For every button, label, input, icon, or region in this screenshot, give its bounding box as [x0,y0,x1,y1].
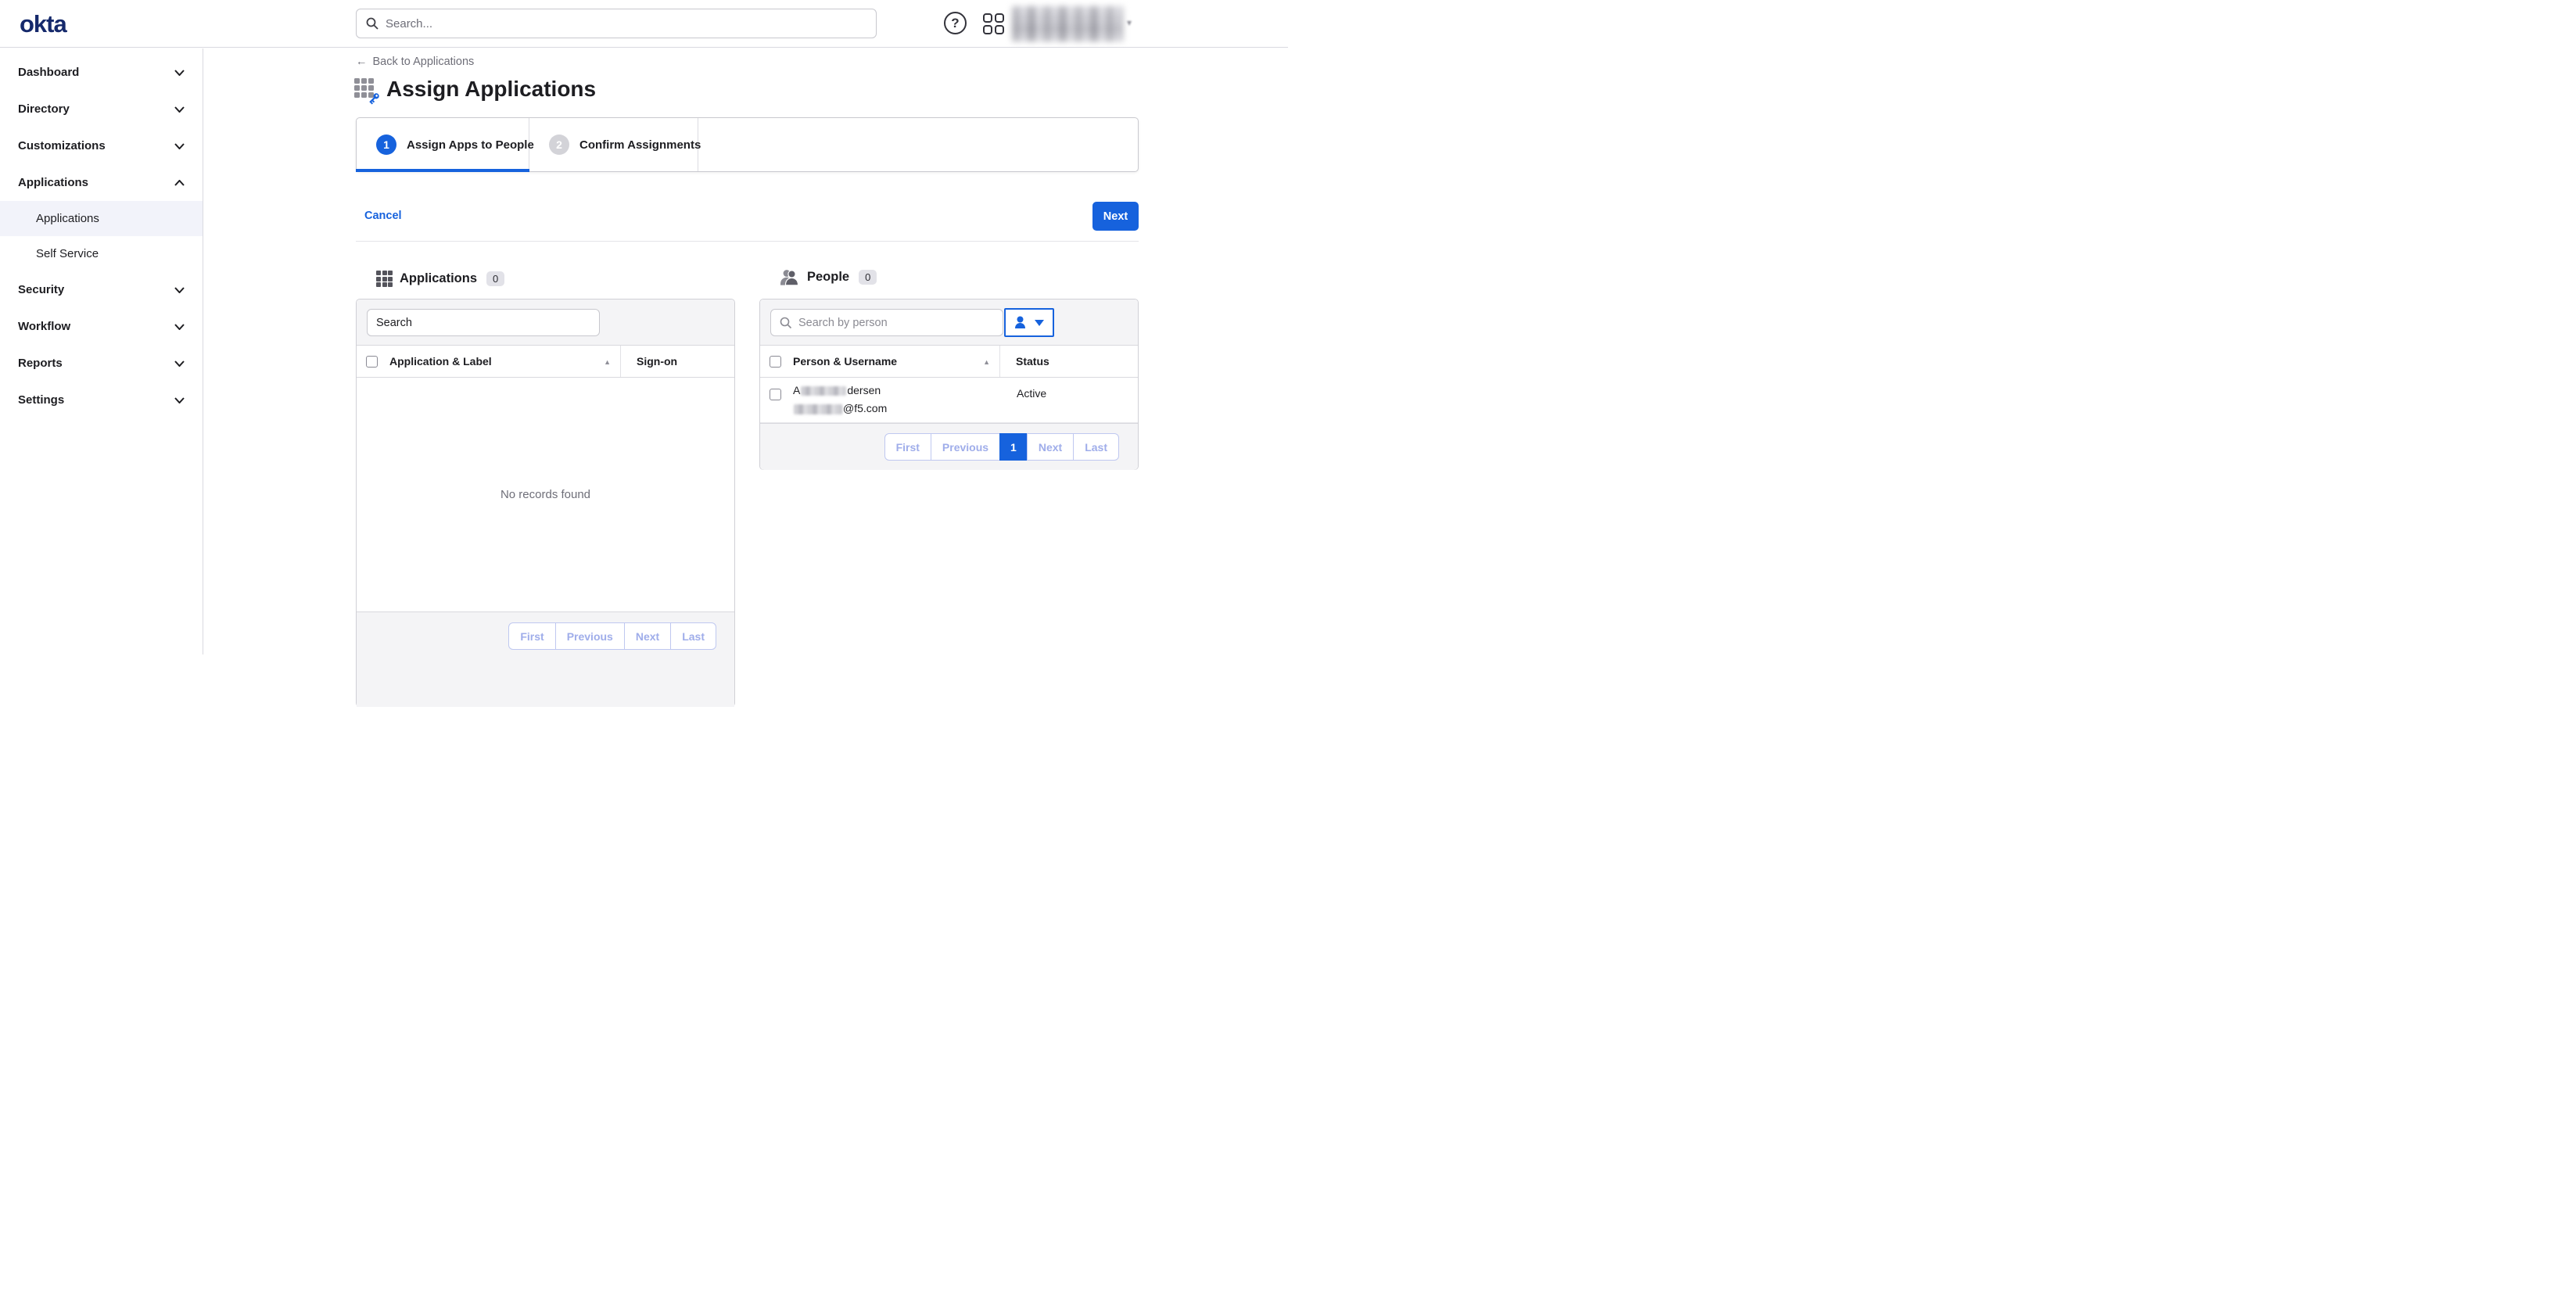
caret-down-icon [1035,320,1044,326]
next-button[interactable]: Next [1092,202,1139,231]
user-menu-redacted[interactable] [1012,6,1123,41]
people-page-previous[interactable]: Previous [931,433,1000,461]
applications-section-heading: Applications 0 [376,271,504,287]
people-page-last[interactable]: Last [1073,433,1119,461]
sidebar-item-settings[interactable]: Settings [0,382,203,418]
applications-panel-footer: First Previous Next Last [357,611,734,707]
sidebar-subitem-applications[interactable]: Applications [0,201,203,236]
back-to-applications-link[interactable]: ← Back to Applications [356,56,474,68]
global-search[interactable] [356,9,877,38]
people-search[interactable] [770,309,1003,336]
people-section-title: People [807,270,849,285]
applications-panel-header [357,299,734,346]
applications-search-input[interactable] [376,317,590,329]
assign-applications-icon [354,78,377,101]
people-filter-dropdown[interactable] [1004,308,1054,337]
applications-section-title: Applications [400,271,477,286]
cancel-link[interactable]: Cancel [364,202,402,231]
global-search-input[interactable] [386,17,866,30]
person-icon [1014,316,1026,329]
people-page-1[interactable]: 1 [999,433,1028,461]
people-section-heading: People 0 [779,268,877,286]
back-arrow-icon: ← [356,56,368,68]
chevron-down-icon [174,287,185,293]
step-1-number: 1 [376,134,396,155]
chevron-down-icon [174,324,185,330]
sort-asc-icon[interactable]: ▲ [604,358,611,366]
search-icon [366,17,379,30]
chevron-down-icon [174,143,185,149]
chevron-down-icon [174,397,185,403]
step-confirm-assignments[interactable]: 2 Confirm Assignments [529,118,698,171]
people-panel-header [760,299,1138,346]
search-icon [780,317,792,329]
chevron-down-icon [174,360,185,367]
sort-asc-icon[interactable]: ▲ [983,358,990,366]
applications-page-last[interactable]: Last [670,622,716,650]
applications-grid-icon [376,271,393,287]
people-panel-footer: First Previous 1 Next Last [760,423,1138,470]
applications-search[interactable] [367,309,600,336]
applications-table-header: Application & Label ▲ Sign-on [357,346,734,378]
people-table-header: Person & Username ▲ Status [760,346,1138,378]
page-title: Assign Applications [386,77,596,102]
okta-logo[interactable]: okta [20,10,66,38]
key-icon [367,91,381,106]
applications-pagination: First Previous Next Last [508,622,716,650]
active-step-underline [356,169,529,172]
people-col-person[interactable]: Person & Username [793,355,897,368]
people-page-next[interactable]: Next [1027,433,1074,461]
sidebar-item-applications[interactable]: Applications [0,164,203,201]
chevron-down-icon [174,106,185,113]
redacted-username [794,404,842,414]
chevron-up-icon [174,180,185,186]
people-page-first[interactable]: First [884,433,931,461]
user-menu-caret-icon[interactable]: ▾ [1127,17,1132,28]
person-row[interactable]: Adersen @f5.com Active [760,378,1138,423]
applications-col-label[interactable]: Application & Label [389,355,492,368]
sidebar-subitem-self-service[interactable]: Self Service [0,236,203,271]
top-bar: okta ? ▾ [0,0,1288,48]
sidebar-item-directory[interactable]: Directory [0,91,203,127]
page-title-row: Assign Applications [354,77,596,102]
sidebar-item-workflow[interactable]: Workflow [0,308,203,345]
sidebar-nav: Dashboard Directory Customizations Appli… [0,48,203,654]
applications-count-badge: 0 [486,271,504,286]
person-row-checkbox[interactable] [770,389,781,400]
people-count-badge: 0 [859,270,877,285]
sidebar-item-dashboard[interactable]: Dashboard [0,54,203,91]
wizard-filler [698,118,1138,171]
chevron-down-icon [174,70,185,76]
person-name: Adersen [793,384,881,396]
people-col-status[interactable]: Status [1016,355,1049,368]
divider [356,241,1139,242]
select-all-people-checkbox[interactable] [770,356,781,368]
step-assign-apps-to-people[interactable]: 1 Assign Apps to People [357,118,529,171]
redacted-name [801,386,846,396]
people-icon [779,268,800,286]
step-2-number: 2 [549,134,569,155]
select-all-applications-checkbox[interactable] [366,356,378,368]
sidebar-item-security[interactable]: Security [0,271,203,308]
person-status: Active [1017,387,1046,400]
main-content: ← Back to Applications Assign Applicatio… [204,48,1288,654]
sidebar-item-customizations[interactable]: Customizations [0,127,203,164]
sidebar-item-reports[interactable]: Reports [0,345,203,382]
person-username: @f5.com [793,402,887,414]
applications-panel: Application & Label ▲ Sign-on No records… [356,299,735,707]
people-pagination: First Previous 1 Next Last [884,433,1119,461]
people-panel: Person & Username ▲ Status Adersen @f5.c… [759,299,1139,470]
applications-page-next[interactable]: Next [624,622,671,650]
applications-page-first[interactable]: First [508,622,555,650]
applications-empty-state: No records found [357,378,734,611]
app-switcher-icon[interactable] [983,13,1004,34]
people-search-input[interactable] [798,317,994,329]
applications-col-signon[interactable]: Sign-on [637,355,677,368]
applications-page-previous[interactable]: Previous [555,622,625,650]
help-icon[interactable]: ? [944,12,967,34]
wizard-steps: 1 Assign Apps to People 2 Confirm Assign… [356,117,1139,172]
